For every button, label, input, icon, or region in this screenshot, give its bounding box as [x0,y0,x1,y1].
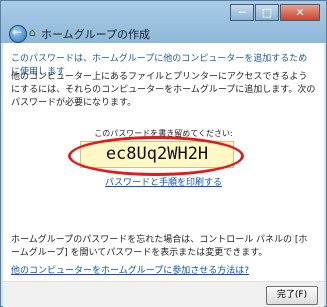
back-arrow-icon[interactable] [9,25,27,43]
footer-bar: 完了(F) [3,281,324,307]
window-title: ホームグループの作成 [41,28,151,41]
title-bar: ─ □ ✕ ⌂ ホームグループの作成 [1,1,326,43]
minimize-button[interactable]: ─ [230,4,254,21]
homegroup-icon: ⌂ [29,26,36,39]
forgot-password-paragraph: ホームグループのパスワードを忘れた場合は、コントロール パネルの [ホームグルー… [11,235,308,258]
maximize-button[interactable]: □ [255,4,279,21]
red-highlight-ellipse [68,136,244,176]
join-homegroup-link[interactable]: 他のコンピューターをホームグループに参加させる方法は? [11,263,316,276]
finish-button[interactable]: 完了(F) [266,286,318,305]
homegroup-window: ─ □ ✕ ⌂ ホームグループの作成 このパスワードは、ホームグループに他のコン… [0,0,327,307]
window-controls: ─ □ ✕ [230,4,320,21]
content-area: このパスワードは、ホームグループに他のコンピューターを追加するために使用します … [3,43,324,307]
close-button[interactable]: ✕ [280,4,320,21]
description-paragraph: 他のコンピューター上にあるファイルとプリンターにアクセスできるようにするには、そ… [11,72,316,108]
print-password-link[interactable]: パスワードと手順を印刷する [3,175,324,188]
